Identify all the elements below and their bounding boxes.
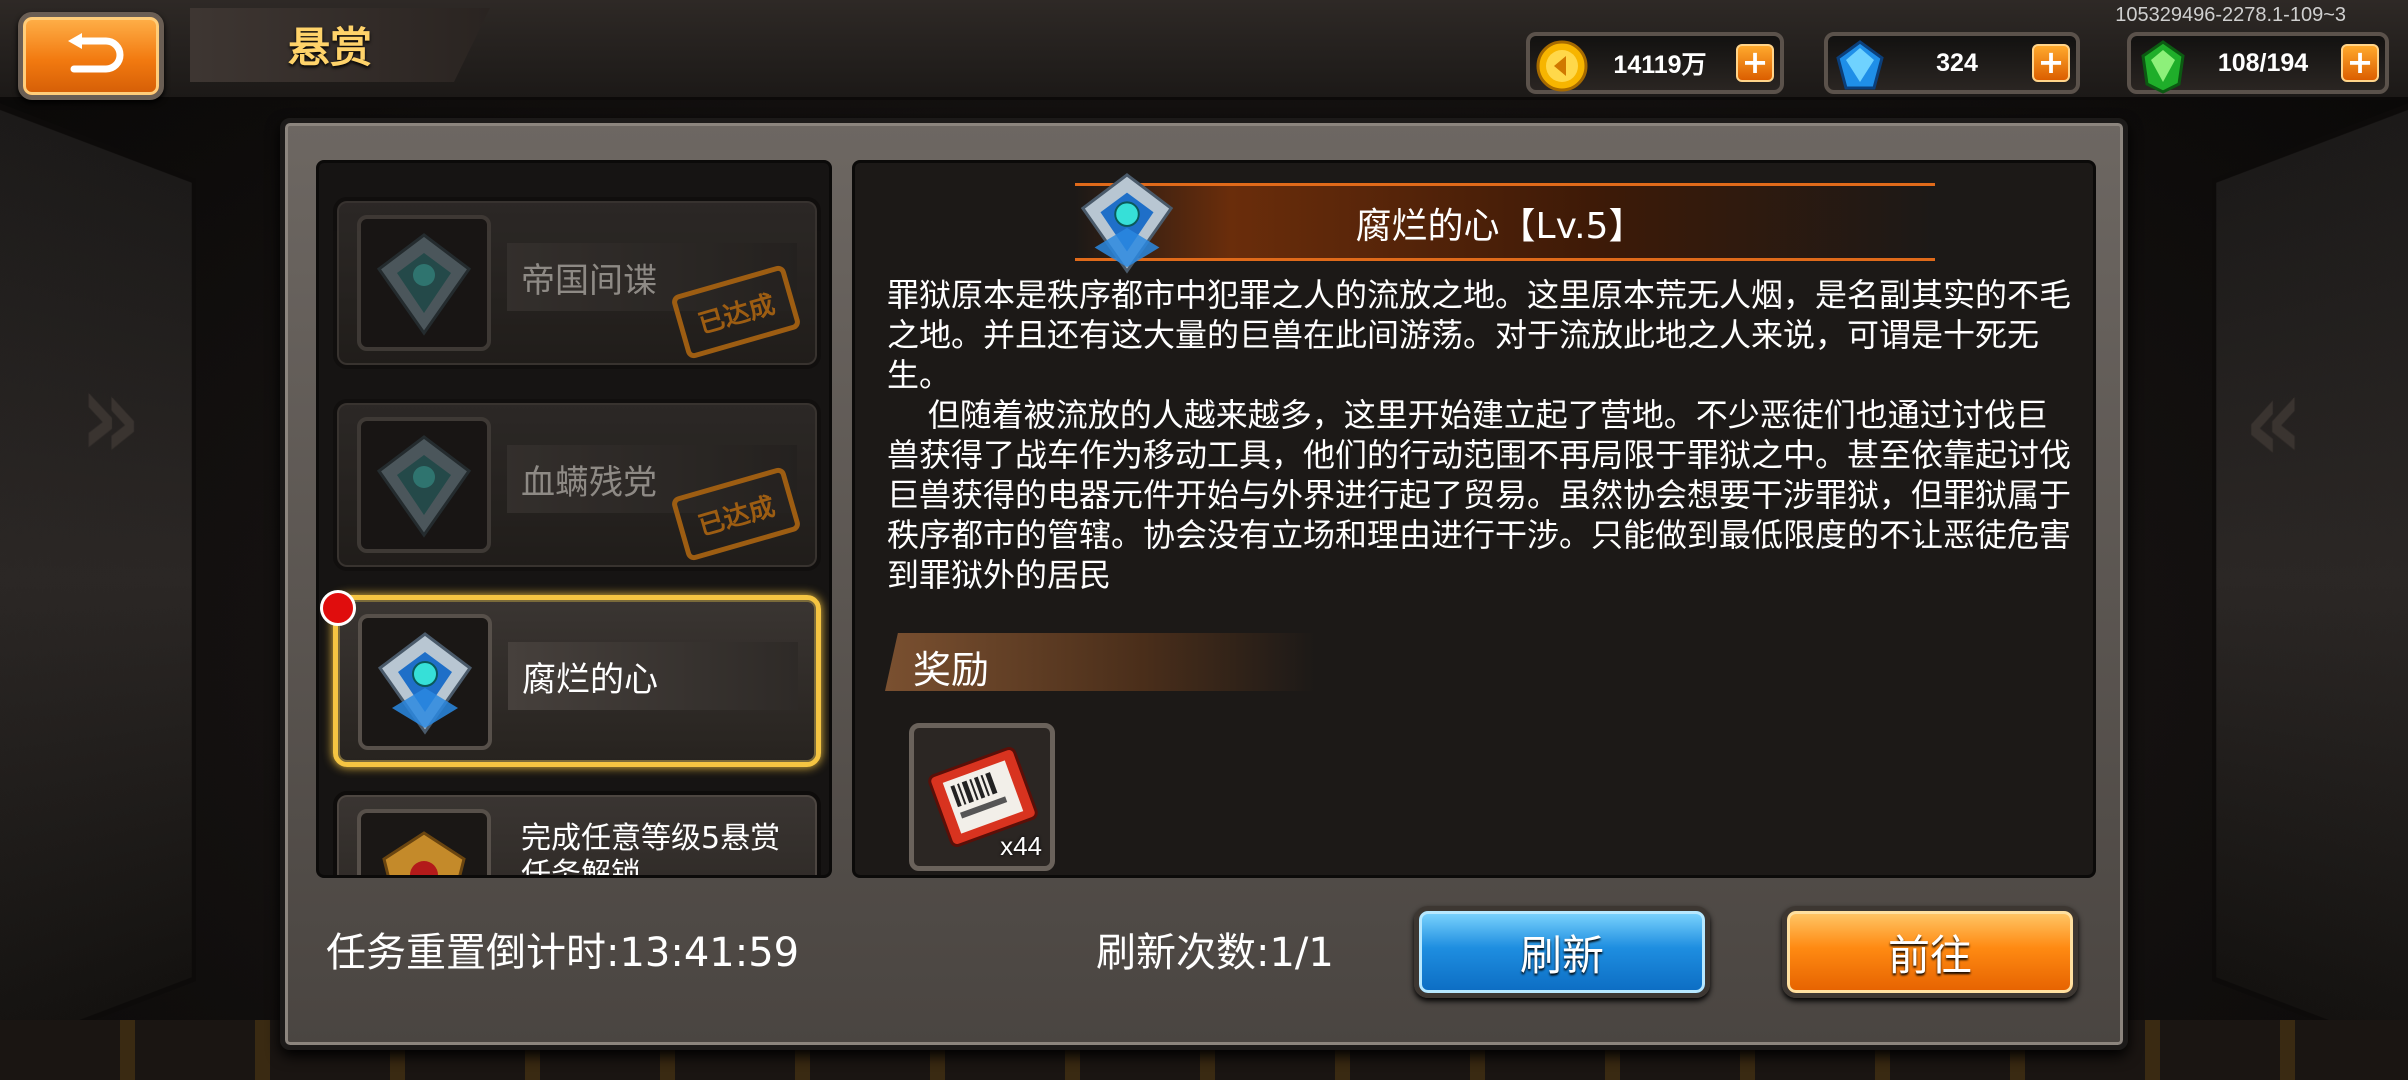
gem-resource: 324 + bbox=[1824, 32, 2080, 94]
version-label: 105329496-2278.1-109~3 bbox=[2115, 4, 2346, 26]
task-name: 血螨残党 bbox=[521, 463, 657, 503]
reward-label: 奖励 bbox=[913, 648, 990, 692]
refresh-button[interactable]: 刷新 bbox=[1414, 906, 1710, 998]
top-bar: 悬赏 105329496-2278.1-109~3 14119万 + 324 +… bbox=[0, 0, 2408, 100]
reset-countdown: 任务重置倒计时:13:41:59 bbox=[326, 930, 800, 976]
gold-emblem-icon bbox=[382, 831, 466, 875]
rank-emblem-icon bbox=[376, 435, 472, 538]
page-title: 悬赏 bbox=[288, 23, 373, 72]
reward-count: x44 bbox=[1000, 831, 1042, 861]
task-icon-frame bbox=[357, 417, 491, 553]
task-name: 完成任意等级5悬赏 任务解锁 bbox=[521, 821, 781, 878]
task-item-blood-mite-remnants[interactable]: 血螨残党 已达成 bbox=[333, 399, 821, 571]
rank-emblem-icon bbox=[377, 632, 473, 735]
green-energy-crystal-icon bbox=[2141, 40, 2185, 94]
gold-resource: 14119万 + bbox=[1526, 32, 1784, 94]
task-detail: 腐烂的心【Lv.5】 罪狱原本是秩序都市中犯罪之人的流放之地。这里原本荒无人烟，… bbox=[852, 160, 2096, 878]
task-item-imperial-spy[interactable]: 帝国间谍 已达成 bbox=[333, 197, 821, 369]
blue-diamond-icon bbox=[1836, 40, 1884, 90]
task-item-locked[interactable]: 完成任意等级5悬赏 任务解锁 bbox=[333, 791, 821, 878]
task-list[interactable]: 帝国间谍 已达成 血螨残党 已达成 腐烂的心 完成任意等级5悬赏 任务解锁 bbox=[316, 160, 832, 878]
rank-emblem-icon bbox=[376, 233, 472, 336]
back-button[interactable] bbox=[18, 12, 164, 100]
reward-item[interactable]: x44 bbox=[909, 723, 1055, 871]
gem-value: 324 bbox=[1936, 48, 1978, 77]
task-icon-frame bbox=[357, 215, 491, 351]
energy-value: 108/194 bbox=[2217, 48, 2309, 77]
task-description[interactable]: 罪狱原本是秩序都市中犯罪之人的流放之地。这里原本荒无人烟，是名副其实的不毛之地。… bbox=[887, 275, 2073, 595]
gold-coin-icon bbox=[1536, 40, 1588, 92]
add-gold-button[interactable]: + bbox=[1736, 44, 1774, 82]
background-wall-left: » bbox=[0, 92, 196, 1068]
task-icon-frame bbox=[357, 809, 491, 875]
notification-dot bbox=[320, 590, 356, 626]
chevron-decoration: « bbox=[2244, 347, 2304, 491]
add-gem-button[interactable]: + bbox=[2032, 44, 2070, 82]
task-icon-frame bbox=[358, 614, 492, 750]
detail-title: 腐烂的心【Lv.5】 bbox=[1355, 206, 1645, 247]
refresh-count: 刷新次数:1/1 bbox=[1096, 930, 1334, 976]
go-button[interactable]: 前往 bbox=[1782, 906, 2078, 998]
gold-value: 14119万 bbox=[1613, 51, 1707, 79]
task-item-rotten-heart[interactable]: 腐烂的心 bbox=[333, 595, 821, 767]
add-energy-button[interactable]: + bbox=[2341, 44, 2379, 82]
task-name: 帝国间谍 bbox=[521, 261, 657, 301]
back-arrow-icon bbox=[68, 33, 124, 73]
chevron-decoration: » bbox=[79, 342, 142, 489]
task-name: 腐烂的心 bbox=[522, 660, 658, 700]
background-wall-right: « bbox=[2212, 92, 2408, 1068]
energy-resource: 108/194 + bbox=[2127, 32, 2389, 94]
